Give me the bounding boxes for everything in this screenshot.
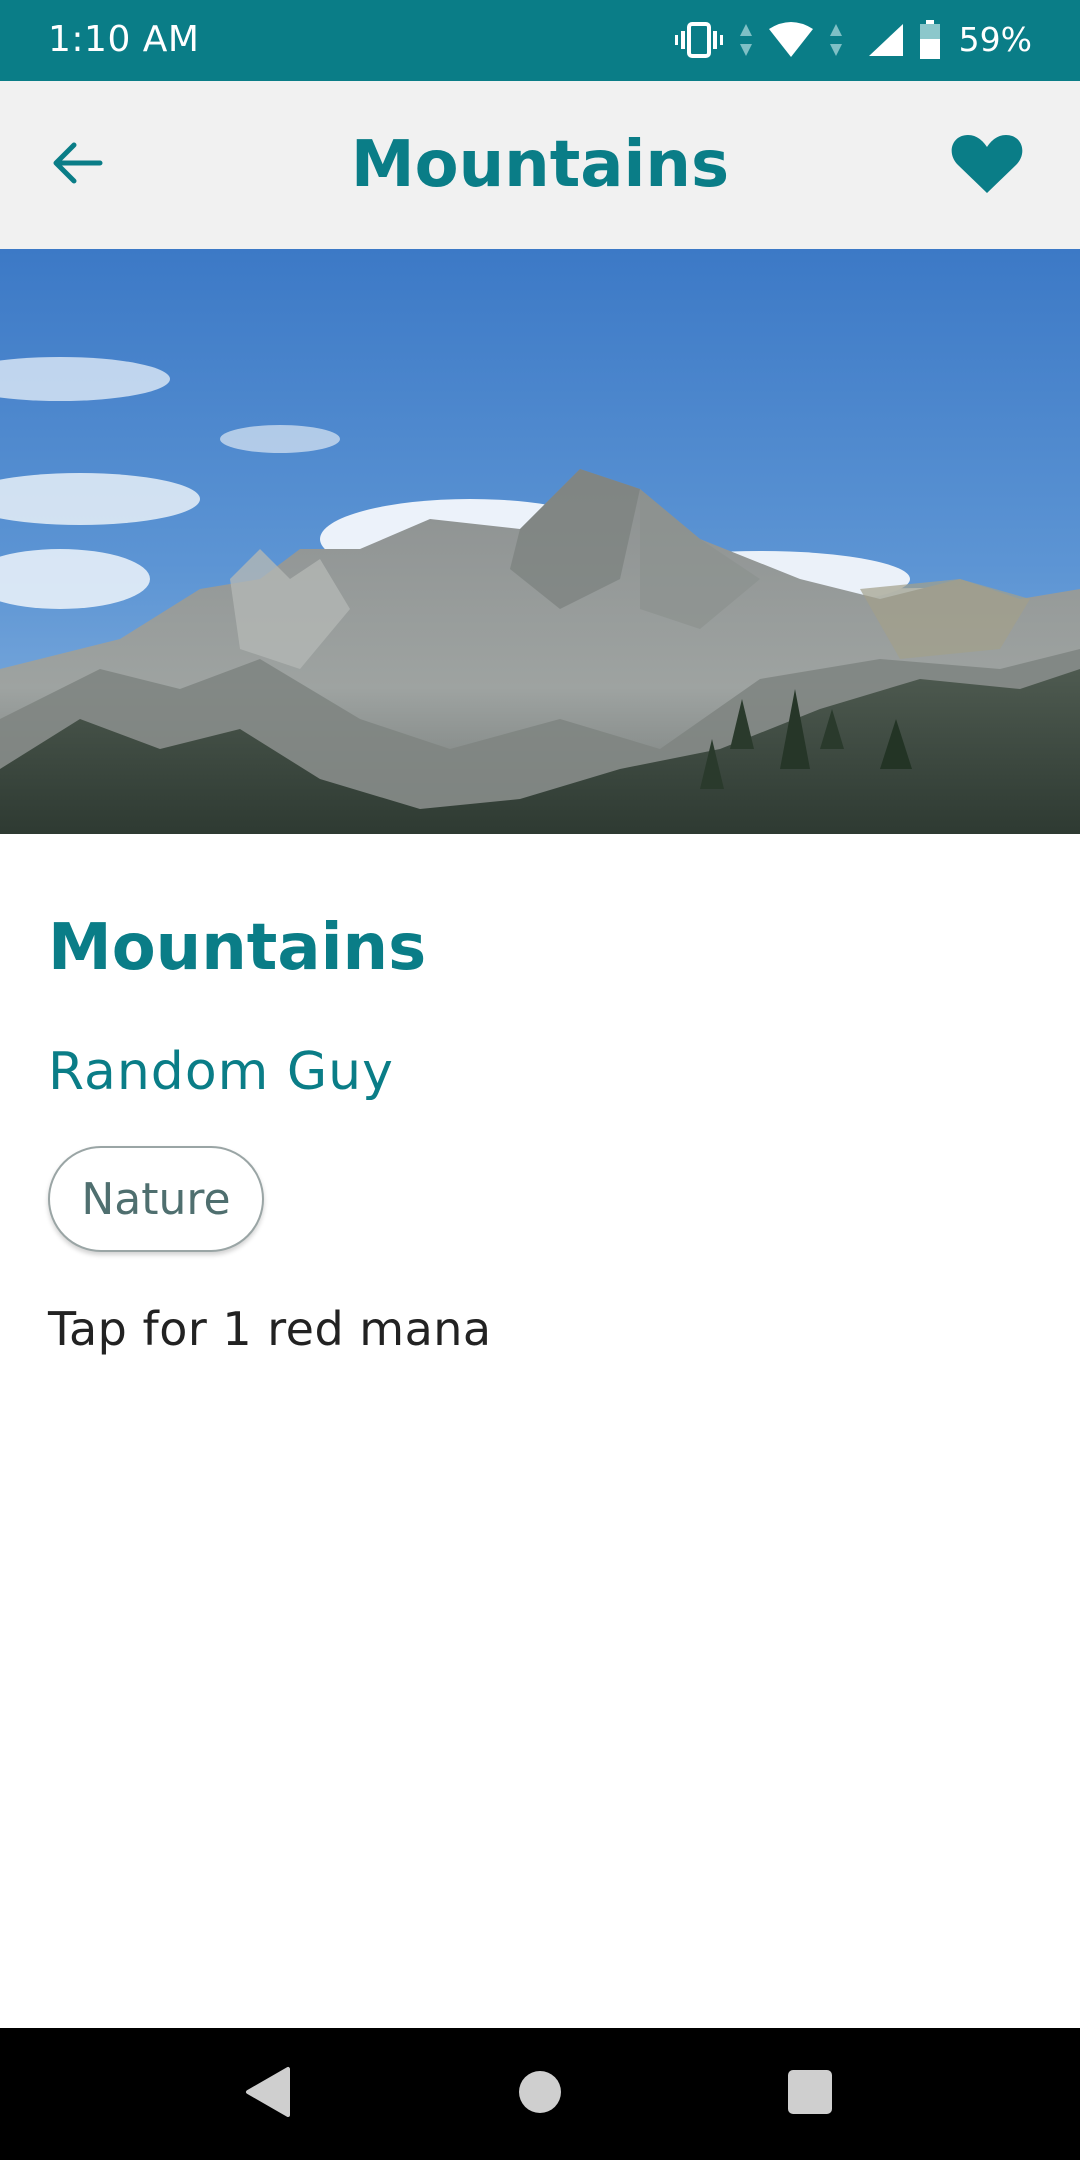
heart-icon [950,131,1024,199]
signal-icon [867,22,905,58]
nav-home-icon [517,2069,563,2119]
nav-bar [0,2028,1080,2160]
nav-recents-icon [787,2069,833,2119]
back-button[interactable] [36,129,120,201]
nav-recents-button[interactable] [778,2062,842,2126]
screen: 1:10 AM 59% Mountains Mountains Random G… [0,0,1080,2160]
data-arrows-icon-2 [829,22,843,58]
page-title: Mountains [350,128,730,202]
status-bar: 1:10 AM 59% [0,0,1080,81]
nav-back-icon [244,2065,292,2123]
status-time: 1:10 AM [48,19,200,60]
description-text: Tap for 1 red mana [48,1302,492,1356]
vibrate-icon [673,20,725,60]
status-icons: 59% [673,16,1032,64]
battery-icon [919,20,941,60]
battery-percent: 59% [958,20,1032,59]
wifi-icon [767,21,815,59]
author-name: Random Guy [48,1042,394,1102]
nav-home-button[interactable] [508,2062,572,2126]
data-arrows-icon [739,22,753,58]
nav-back-button[interactable] [236,2062,300,2126]
content-title: Mountains [48,911,427,985]
app-bar: Mountains [0,81,1080,249]
arrow-left-icon [50,139,106,191]
tag-chip[interactable]: Nature [48,1146,264,1252]
hero-image [0,249,1080,834]
favorite-button[interactable] [942,127,1032,203]
